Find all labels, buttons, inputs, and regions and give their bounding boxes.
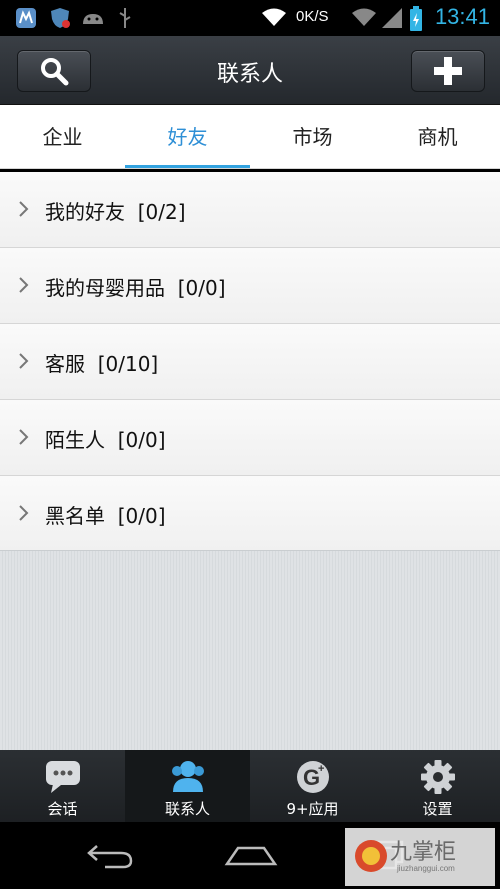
cell-signal-icon	[382, 8, 402, 28]
tab-opportunities[interactable]: 商机	[375, 105, 500, 169]
wifi-signal-icon	[352, 8, 376, 26]
group-label: 黑名单 [0/0]	[45, 504, 166, 528]
tab-market[interactable]: 市场	[250, 105, 375, 169]
apps-icon: G +	[296, 761, 329, 793]
usb-icon	[119, 8, 131, 28]
tab-friends[interactable]: 好友	[125, 105, 250, 169]
android-debug-icon	[83, 14, 103, 24]
empty-list-area	[0, 550, 500, 751]
chevron-right-icon	[19, 277, 29, 293]
chevron-right-icon	[19, 201, 29, 217]
back-icon[interactable]	[85, 836, 137, 872]
group-row-baby-products[interactable]: 我的母婴用品 [0/0]	[0, 248, 500, 324]
nav-label: 9+应用	[286, 800, 339, 818]
watermark: 九掌柜 jiuzhanggui.com	[345, 828, 495, 886]
watermark-text: 九掌柜	[390, 840, 457, 865]
watermark-url: jiuzhanggui.com	[397, 864, 455, 873]
tabs-divider	[0, 168, 500, 169]
wifi-icon	[262, 8, 286, 26]
watermark-logo-icon	[355, 840, 387, 872]
bottom-nav: 会话 联系人 G + 9+应用 设置	[0, 750, 500, 822]
battery-icon	[410, 6, 422, 31]
group-row-customer-service[interactable]: 客服 [0/10]	[0, 324, 500, 400]
active-tab-indicator	[125, 165, 250, 168]
tab-enterprise[interactable]: 企业	[0, 105, 125, 169]
home-icon[interactable]	[224, 836, 278, 872]
group-row-strangers[interactable]: 陌生人 [0/0]	[0, 400, 500, 476]
svg-text:+: +	[318, 763, 324, 775]
group-label: 我的好友 [0/2]	[45, 200, 186, 224]
nav-chat[interactable]: 会话	[0, 750, 125, 822]
group-row-my-friends[interactable]: 我的好友 [0/2]	[0, 172, 500, 248]
chevron-right-icon	[19, 429, 29, 445]
title-bar: 联系人	[0, 36, 500, 105]
group-label: 陌生人 [0/0]	[45, 428, 166, 452]
nav-label: 联系人	[164, 800, 210, 818]
add-contact-button[interactable]	[411, 50, 485, 92]
clock: 13:41	[434, 4, 490, 29]
app-notification-icon	[16, 8, 36, 28]
network-speed: 0K/S	[296, 8, 329, 25]
chevron-right-icon	[19, 505, 29, 521]
nav-contacts[interactable]: 联系人	[125, 750, 250, 822]
group-label: 客服 [0/10]	[45, 352, 159, 376]
plus-icon	[434, 57, 462, 85]
nav-label: 设置	[422, 800, 453, 818]
group-label: 我的母婴用品 [0/0]	[45, 276, 226, 300]
group-row-blacklist[interactable]: 黑名单 [0/0]	[0, 476, 500, 552]
nav-label: 会话	[47, 800, 78, 818]
gear-icon	[420, 760, 455, 794]
chat-bubble-icon	[45, 761, 80, 793]
status-bar: 0K/S 13:41	[0, 0, 500, 36]
security-shield-icon	[51, 8, 70, 28]
contact-group-list: 我的好友 [0/2] 我的母婴用品 [0/0] 客服 [0/10] 陌生人 [0…	[0, 172, 500, 552]
contact-tabs: 企业 好友 市场 商机	[0, 105, 500, 169]
contacts-icon	[171, 761, 204, 792]
nav-apps[interactable]: G + 9+应用	[250, 750, 375, 822]
nav-settings[interactable]: 设置	[375, 750, 500, 822]
chevron-right-icon	[19, 353, 29, 369]
